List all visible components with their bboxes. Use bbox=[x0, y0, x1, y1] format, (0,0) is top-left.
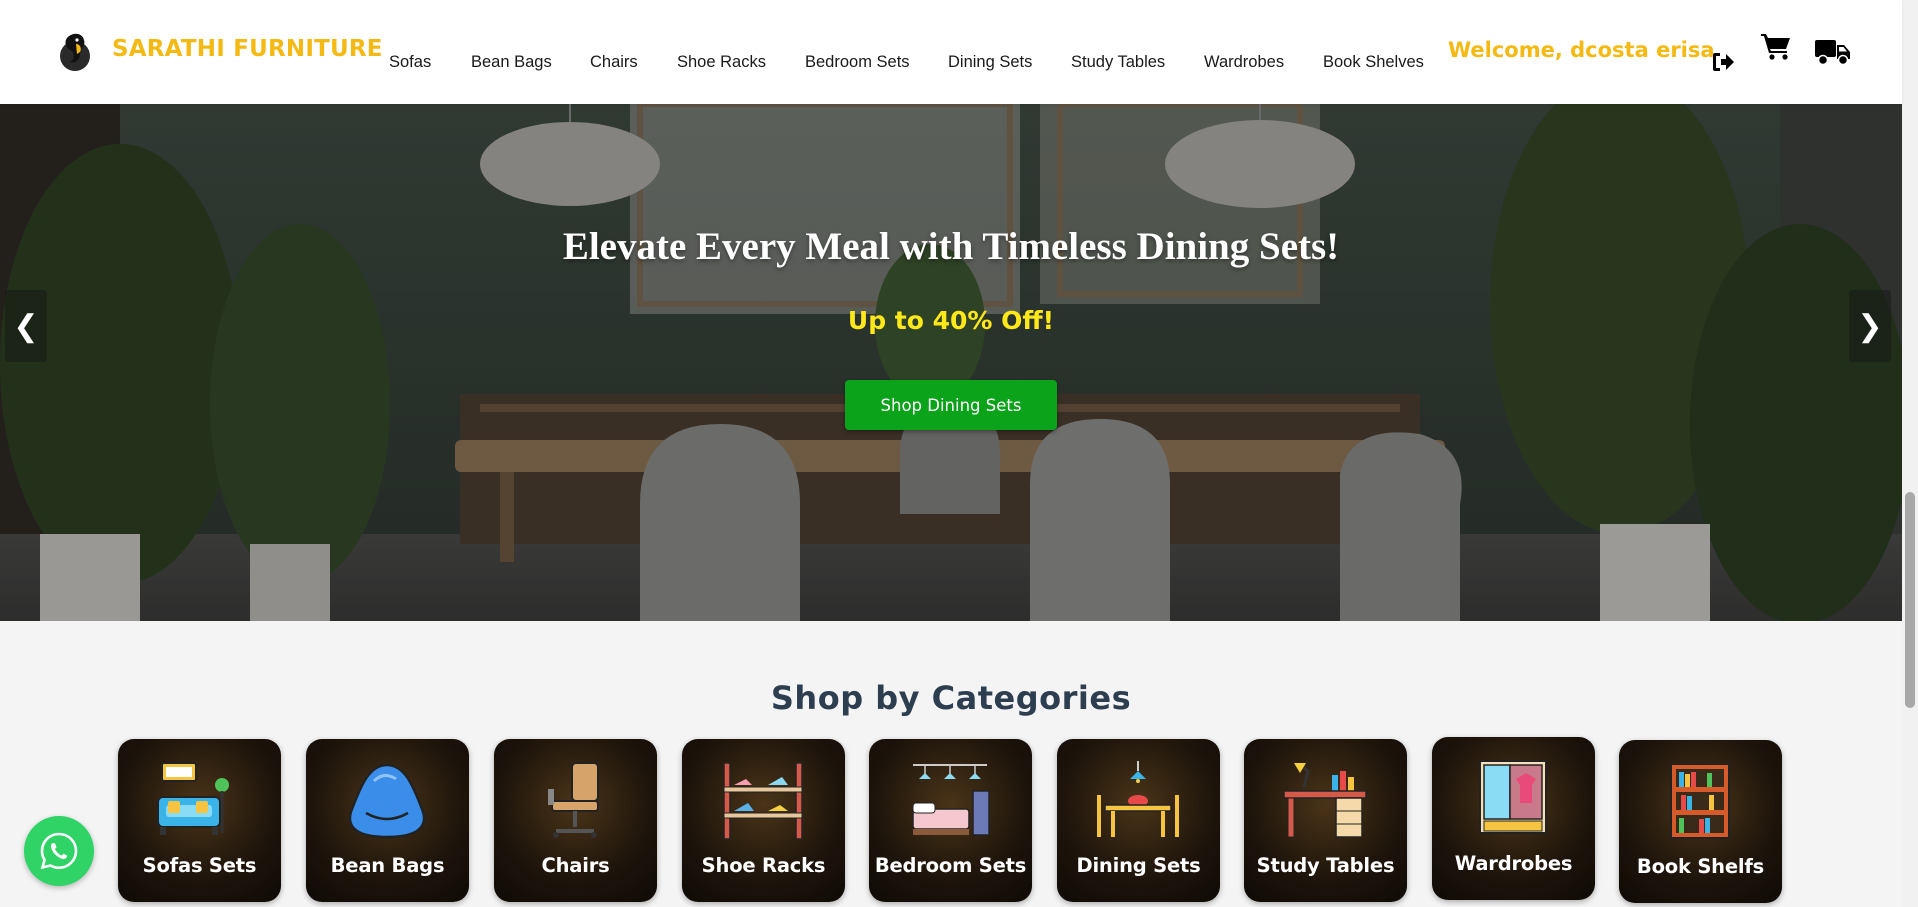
site-header: SARATHI FURNITURE Sofas Bean Bags Chairs… bbox=[0, 0, 1902, 104]
category-card-study-tables[interactable]: Study Tables bbox=[1244, 739, 1407, 902]
categories-heading: Shop by Categories bbox=[770, 679, 1132, 717]
nav-item-sofas[interactable]: Sofas bbox=[389, 53, 431, 72]
study-table-icon bbox=[1283, 763, 1367, 838]
whatsapp-icon bbox=[40, 832, 78, 870]
nav-item-shoe-racks[interactable]: Shoe Racks bbox=[677, 53, 766, 72]
scrollbar-thumb[interactable] bbox=[1905, 492, 1915, 708]
nav-item-chairs[interactable]: Chairs bbox=[590, 53, 638, 72]
category-label: Book Shelfs bbox=[1636, 855, 1765, 878]
category-card-bean-bags[interactable]: Bean Bags bbox=[306, 739, 469, 902]
page-scrollbar[interactable] bbox=[1902, 0, 1918, 907]
category-card-wardrobes[interactable]: Wardrobes bbox=[1432, 737, 1595, 900]
banner-headline: Elevate Every Meal with Timeless Dining … bbox=[562, 225, 1340, 268]
logout-icon[interactable] bbox=[1711, 51, 1735, 73]
dining-set-icon bbox=[1097, 761, 1179, 837]
category-card-sofas[interactable]: Sofas Sets bbox=[118, 739, 281, 902]
sofa-icon bbox=[157, 762, 229, 835]
category-label: Bedroom Sets bbox=[874, 854, 1027, 877]
bedroom-set-icon bbox=[912, 764, 990, 836]
whatsapp-chat-button[interactable] bbox=[24, 816, 94, 886]
category-label: Dining Sets bbox=[1076, 854, 1201, 877]
shop-dining-sets-button[interactable]: Shop Dining Sets bbox=[845, 380, 1057, 430]
category-card-book-shelfs[interactable]: Book Shelfs bbox=[1619, 740, 1782, 903]
category-label: Chairs bbox=[541, 854, 610, 877]
brand-name[interactable]: SARATHI FURNITURE bbox=[112, 36, 383, 62]
category-card-dining-sets[interactable]: Dining Sets bbox=[1057, 739, 1220, 902]
bookshelf-icon bbox=[1670, 763, 1730, 839]
dining-room-image bbox=[0, 104, 1902, 621]
nav-item-bedroom-sets[interactable]: Bedroom Sets bbox=[805, 53, 910, 72]
category-label: Study Tables bbox=[1256, 854, 1395, 877]
nav-item-wardrobes[interactable]: Wardrobes bbox=[1204, 53, 1284, 72]
wardrobe-icon bbox=[1479, 760, 1547, 834]
carousel-prev-arrow-icon[interactable]: ❮ bbox=[5, 290, 47, 362]
category-label: Bean Bags bbox=[330, 854, 445, 877]
welcome-message: Welcome, dcosta erisa bbox=[1448, 38, 1715, 62]
category-label: Shoe Racks bbox=[701, 854, 826, 877]
nav-item-dining-sets[interactable]: Dining Sets bbox=[948, 53, 1032, 72]
shoe-rack-icon bbox=[723, 762, 803, 840]
brand-logo-icon[interactable] bbox=[58, 30, 92, 72]
category-card-shoe-racks[interactable]: Shoe Racks bbox=[682, 739, 845, 902]
carousel-next-arrow-icon[interactable]: ❯ bbox=[1849, 290, 1891, 362]
cart-icon[interactable] bbox=[1761, 32, 1791, 60]
nav-item-study-tables[interactable]: Study Tables bbox=[1071, 53, 1165, 72]
nav-item-book-shelves[interactable]: Book Shelves bbox=[1323, 53, 1424, 72]
nav-item-bean-bags[interactable]: Bean Bags bbox=[471, 53, 552, 72]
office-chair-icon bbox=[548, 762, 599, 838]
category-label: Sofas Sets bbox=[142, 854, 257, 877]
category-label: Wardrobes bbox=[1454, 852, 1573, 875]
hero-carousel: Elevate Every Meal with Timeless Dining … bbox=[0, 104, 1902, 621]
bean-bag-icon bbox=[348, 763, 426, 839]
category-card-bedroom-sets[interactable]: Bedroom Sets bbox=[869, 739, 1032, 902]
banner-offer: Up to 40% Off! bbox=[847, 306, 1055, 335]
truck-icon[interactable] bbox=[1815, 38, 1851, 66]
category-card-chairs[interactable]: Chairs bbox=[494, 739, 657, 902]
